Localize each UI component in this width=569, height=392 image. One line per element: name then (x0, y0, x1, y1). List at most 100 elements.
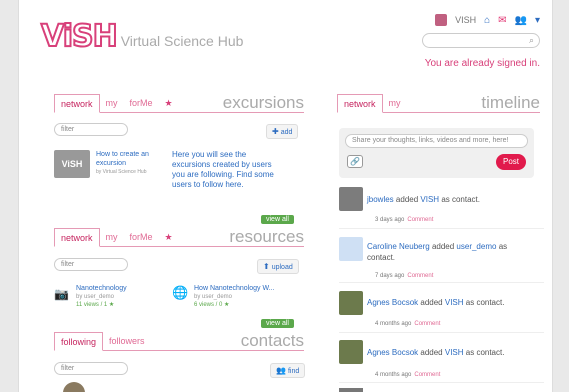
timeline-tabs: network my timeline (337, 93, 540, 113)
search-input[interactable]: ⌕ (422, 33, 540, 48)
add-excursion-button[interactable]: ✚ add (266, 124, 299, 139)
feed-actor-link[interactable]: Agnes Bocsok (367, 298, 418, 307)
excursions-filter-input[interactable]: filter (54, 123, 128, 136)
divider (339, 382, 544, 383)
feed-time: 4 months ago (375, 321, 412, 327)
divider (339, 332, 544, 333)
comment-link[interactable]: Comment (407, 273, 433, 279)
feed-text: Agnes Bocsok added VISH as contact. (367, 347, 537, 358)
excursion-thumbnail[interactable]: ViSH (54, 150, 90, 178)
tab-network[interactable]: network (54, 228, 100, 247)
feed-target-link[interactable]: VISH (445, 298, 464, 307)
find-contacts-button[interactable]: 👥 find (270, 363, 306, 378)
attach-icon[interactable]: 🔗 (347, 155, 363, 168)
upload-label: upload (271, 264, 293, 271)
contacts-icon[interactable]: 👥 (515, 15, 527, 26)
contact-avatar[interactable] (63, 382, 85, 392)
resource-stats: 6 views / 0 ★ (194, 302, 230, 308)
feed-suffix: as contact. (441, 195, 480, 204)
globe-icon: 🌐 (172, 285, 189, 300)
logo-mark: ViSH (40, 19, 119, 54)
feed-avatar[interactable] (339, 291, 363, 315)
feed-time: 4 months ago (375, 372, 412, 378)
tab-favorites[interactable]: ★ (159, 228, 179, 246)
comment-link[interactable]: Comment (414, 321, 440, 327)
resource-title-link[interactable]: Nanotechnology (76, 285, 164, 293)
feed-actor-link[interactable]: Agnes Bocsok (367, 348, 418, 357)
resources-tabs: network my forMe ★ resources (54, 227, 304, 247)
feed-action: added (395, 195, 419, 204)
contacts-tabs: following followers contacts (54, 331, 304, 351)
camera-icon: 📷 (54, 287, 69, 301)
resource-author: by user_demo (76, 294, 115, 300)
tab-network[interactable]: network (54, 94, 100, 113)
feed-text: Agnes Bocsok added VISH as contact. (367, 297, 537, 308)
chevron-down-icon[interactable]: ▾ (535, 15, 540, 26)
home-icon[interactable]: ⌂ (484, 15, 490, 26)
tab-my[interactable]: my (383, 94, 407, 112)
feed-avatar[interactable] (339, 187, 363, 211)
feed-meta: 4 months ago Comment (375, 372, 440, 378)
feed-meta: 3 days ago Comment (375, 217, 433, 223)
feed-target-link[interactable]: VISH (420, 195, 439, 204)
tab-forme[interactable]: forMe (124, 94, 159, 112)
tab-followers[interactable]: followers (103, 332, 151, 350)
resources-view-all-button[interactable]: view all (261, 319, 294, 328)
divider (339, 228, 544, 229)
user-avatar[interactable] (435, 14, 448, 26)
resource-title-link[interactable]: How Nanotechnology W... (194, 285, 292, 293)
tab-network[interactable]: network (337, 94, 383, 113)
mail-icon[interactable]: ✉ (498, 15, 506, 26)
tab-my[interactable]: my (100, 94, 124, 112)
feed-avatar[interactable] (339, 388, 363, 392)
timeline-section: network my timeline (337, 93, 540, 113)
vish-logo[interactable]: ViSH Virtual Science Hub (40, 19, 244, 54)
plus-icon: ✚ (272, 127, 279, 136)
excursions-empty-message: Here you will see the excursions created… (172, 150, 274, 189)
signed-in-notice: You are already signed in. (424, 58, 540, 69)
comment-link[interactable]: Comment (407, 217, 433, 223)
comment-link[interactable]: Comment (414, 372, 440, 378)
search-icon[interactable]: ⌕ (529, 35, 534, 46)
logo-subtitle: Virtual Science Hub (120, 33, 244, 49)
resources-filter-input[interactable]: filter (54, 258, 128, 271)
tab-forme[interactable]: forMe (124, 228, 159, 246)
feed-avatar[interactable] (339, 340, 363, 364)
excursions-section: network my forMe ★ excursions (54, 93, 304, 113)
excursions-view-all-button[interactable]: view all (261, 215, 294, 224)
contacts-section: following followers contacts (54, 331, 304, 351)
feed-target-link[interactable]: user_demo (456, 242, 496, 251)
feed-actor-link[interactable]: jbowles (367, 195, 394, 204)
excursion-item: How to create an excursion by Virtual Sc… (96, 150, 162, 177)
feed-text: Caroline Neuberg added user_demo as cont… (367, 241, 527, 263)
feed-suffix: as contact. (465, 298, 505, 307)
resource-author: by user_demo (194, 294, 233, 300)
composer-input[interactable]: Share your thoughts, links, videos and m… (345, 134, 528, 148)
binoculars-icon: 👥 (276, 366, 286, 375)
feed-action: added (431, 242, 455, 251)
resource-stats: 11 views / 1 ★ (76, 302, 115, 308)
user-name[interactable]: VISH (455, 15, 476, 25)
feed-actor-link[interactable]: Caroline Neuberg (367, 242, 430, 251)
tab-my[interactable]: my (100, 228, 124, 246)
excursion-author: by Virtual Science Hub (96, 169, 147, 175)
post-button[interactable]: Post (496, 154, 526, 170)
excursion-title-link[interactable]: How to create an excursion (96, 150, 162, 168)
contacts-filter-input[interactable]: filter (54, 362, 128, 375)
section-title: timeline (477, 94, 540, 112)
feed-avatar[interactable] (339, 237, 363, 261)
find-label: find (287, 368, 300, 375)
add-label: add (280, 129, 293, 136)
tab-favorites[interactable]: ★ (159, 94, 179, 112)
feed-suffix: as contact. (465, 348, 505, 357)
feed-text: jbowles added VISH as contact. (367, 194, 537, 205)
feed-target-link[interactable]: VISH (445, 348, 464, 357)
upload-button[interactable]: ⬆ upload (257, 259, 299, 274)
section-title: resources (225, 228, 304, 246)
tab-following[interactable]: following (54, 332, 104, 351)
page: ViSH Virtual Science Hub VISH ⌂ ✉ 👥 ▾ ⌕ … (18, 0, 553, 392)
excursions-tabs: network my forMe ★ excursions (54, 93, 304, 113)
resources-section: network my forMe ★ resources (54, 227, 304, 247)
divider (339, 282, 544, 283)
section-title: excursions (218, 94, 304, 112)
